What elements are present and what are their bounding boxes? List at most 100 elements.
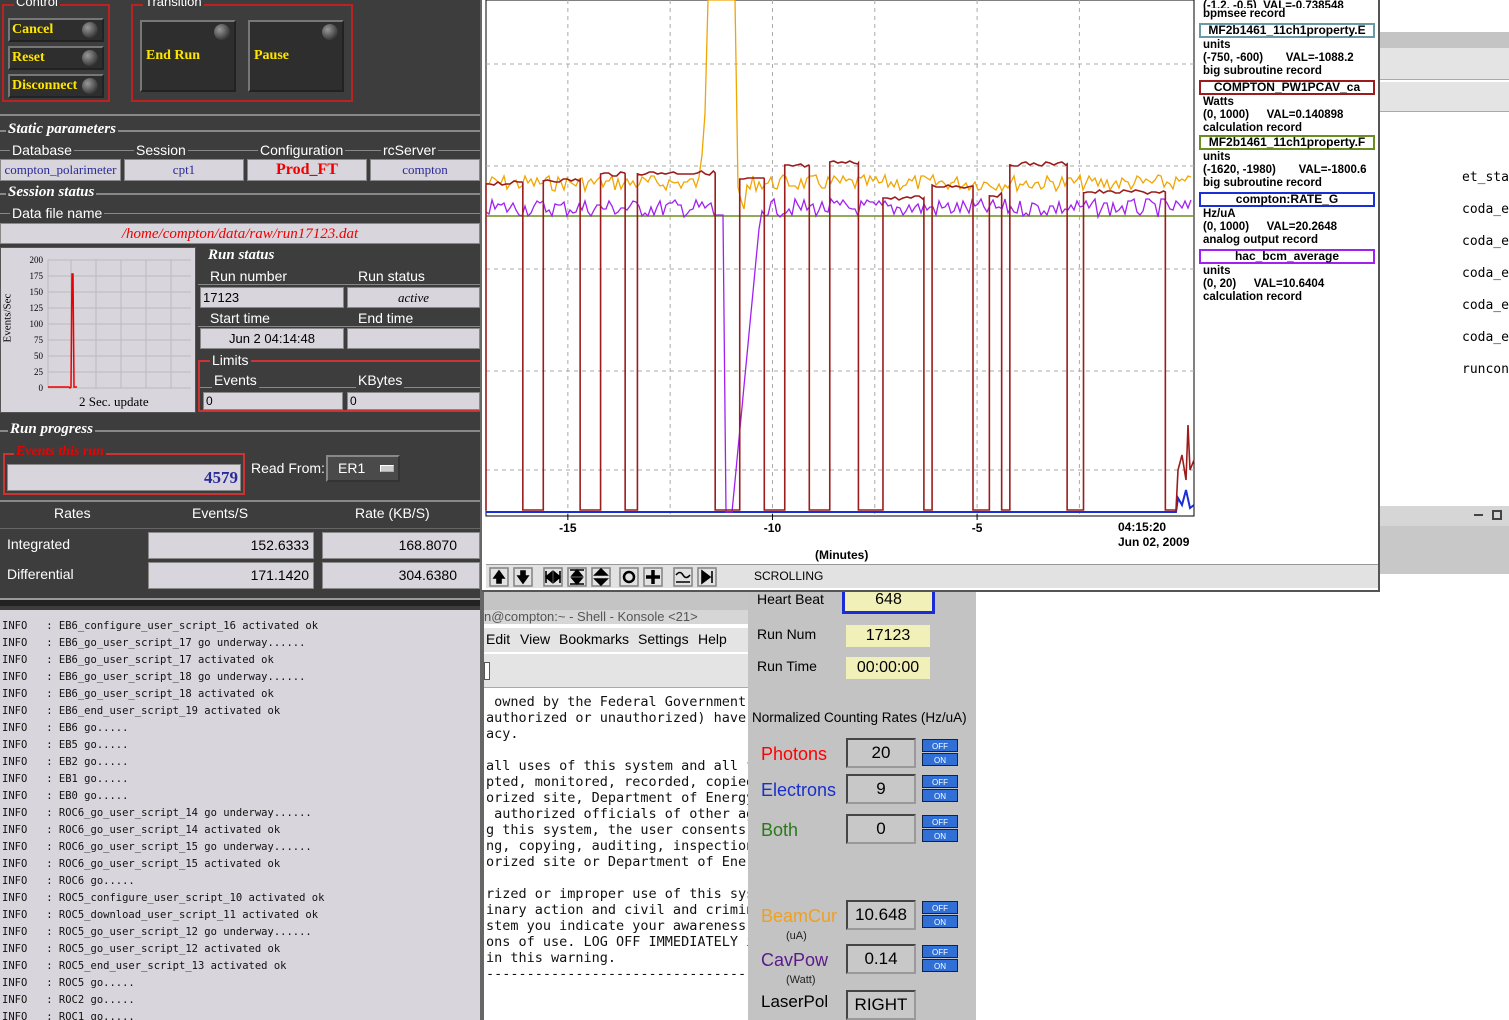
background-terminal-line: coda_e: [1462, 234, 1509, 249]
log-line: INFO : ROC5_download_user_script_11 acti…: [2, 909, 319, 921]
off-button[interactable]: OFF: [922, 775, 958, 788]
background-window-toolbar: [1380, 82, 1509, 112]
run-num-label: Run Num: [757, 626, 817, 642]
graph-mode-icon: [673, 567, 693, 587]
konsole-menubar: Edit View Bookmarks Settings Help: [484, 628, 748, 652]
background-terminal-line: coda_e: [1462, 298, 1509, 313]
off-button[interactable]: OFF: [922, 901, 958, 914]
on-off-toggle[interactable]: OFF ON: [922, 739, 958, 767]
log-line: INFO : ROC2 go.....: [2, 994, 135, 1006]
log-line: INFO : ROC5_go_user_script_12 go underwa…: [2, 926, 312, 938]
on-button[interactable]: ON: [922, 959, 958, 972]
log-line: INFO : ROC5 go.....: [2, 977, 135, 989]
off-button[interactable]: OFF: [922, 945, 958, 958]
legend-series-name[interactable]: compton:RATE_G: [1199, 192, 1375, 207]
log-line: INFO : ROC5_configure_user_script_10 act…: [2, 892, 325, 904]
compton-monitor-panel: Heart Beat 648 Run Num 17123 Run Time 00…: [748, 588, 976, 1020]
rates-section-title: Normalized Counting Rates (Hz/uA): [752, 710, 967, 725]
back-icon: [697, 567, 717, 587]
log-line: INFO : ROC6_go_user_script_14 activated …: [2, 824, 281, 836]
on-button[interactable]: ON: [922, 753, 958, 766]
run-num-value: 17123: [846, 625, 930, 647]
legend-series-name[interactable]: MF2b1461_11ch1property.F: [1199, 135, 1375, 150]
run-time-label: Run Time: [757, 658, 817, 674]
log-line: INFO : EB6 go.....: [2, 722, 129, 734]
log-line: INFO : EB6_go_user_script_18 go underway…: [2, 671, 306, 683]
rate-value: 9: [846, 774, 916, 804]
expand-vertical-icon: [591, 567, 611, 587]
legend-series-name[interactable]: COMPTON_PW1PCAV_ca: [1199, 80, 1375, 95]
konsole-toolbar: [484, 654, 748, 688]
legend-record-type: calculation record: [1203, 291, 1303, 303]
log-line: INFO : ROC1 go.....: [2, 1011, 135, 1020]
legend-range: (0, 1000): [1203, 109, 1250, 121]
divider: [0, 598, 480, 606]
legend-series-name[interactable]: hac_bcm_average: [1199, 249, 1375, 264]
new-session-icon[interactable]: [484, 662, 490, 680]
rate-value: 10.648: [846, 900, 916, 930]
background-terminal-line: coda_e: [1462, 266, 1509, 281]
log-line: INFO : ROC6_go_user_script_14 go underwa…: [2, 807, 312, 819]
terminal-text[interactable]: owned by the Federal Government. authoriz…: [486, 694, 748, 982]
on-off-toggle[interactable]: OFF ON: [922, 901, 958, 929]
on-off-toggle[interactable]: OFF ON: [922, 815, 958, 843]
log-lines: INFO : EB6_configure_user_script_16 acti…: [2, 618, 480, 1020]
on-button[interactable]: ON: [922, 915, 958, 928]
laserpol-label: LaserPol: [761, 992, 829, 1011]
legend-record-type: calculation record: [1203, 122, 1303, 134]
terminal-line: acy.: [486, 726, 519, 742]
menu-edit[interactable]: Edit: [486, 631, 510, 647]
log-line: INFO : EB5 go.....: [2, 739, 129, 751]
legend-units: Hz/uA: [1203, 208, 1236, 220]
chart-toolbar: SCROLLING: [486, 564, 1378, 588]
terminal-line: in this warning.: [486, 950, 617, 966]
record-icon: [619, 567, 639, 587]
off-button[interactable]: OFF: [922, 815, 958, 828]
x-tick-label: -10: [764, 521, 782, 535]
log-line: INFO : EB6_configure_user_script_16 acti…: [2, 620, 319, 632]
maximize-icon[interactable]: [1492, 510, 1502, 520]
menu-help[interactable]: Help: [698, 631, 727, 647]
log-line: INFO : EB6_go_user_script_17 go underway…: [2, 637, 306, 649]
legend-value: VAL=-1800.6: [1298, 164, 1367, 176]
terminal-line: pted, monitored, recorded, copied: [486, 774, 748, 790]
scroll-up-icon: [489, 567, 509, 587]
terminal-line: orized site or Department of Ener: [486, 854, 748, 870]
menu-bookmarks[interactable]: Bookmarks: [559, 631, 629, 647]
rate-value: 0.14: [846, 944, 916, 974]
on-off-toggle[interactable]: OFF ON: [922, 945, 958, 973]
terminal-line: g this system, the user consents: [486, 822, 747, 838]
legend-units: Watts: [1203, 96, 1234, 108]
log-line: INFO : EB2 go.....: [2, 756, 129, 768]
message-log[interactable]: INFO : EB6_configure_user_script_16 acti…: [0, 610, 480, 1020]
legend-value: VAL=10.6404: [1253, 278, 1325, 290]
laserpol-value: RIGHT: [846, 990, 916, 1020]
minimize-icon[interactable]: [1474, 514, 1483, 516]
terminal-line: ng, copying, auditing, inspection: [486, 838, 748, 854]
on-button[interactable]: ON: [922, 789, 958, 802]
rate-unit: (uA): [786, 930, 807, 942]
log-line: INFO : EB6_end_user_script_19 activated …: [2, 705, 281, 717]
menu-settings[interactable]: Settings: [638, 631, 689, 647]
legend-series-name[interactable]: MF2b1461_11ch1property.E: [1199, 23, 1375, 38]
terminal-line: orized site, Department of Energy: [486, 790, 748, 806]
konsole-window: n@compton:~ - Shell - Konsole <21> Edit …: [484, 592, 748, 1020]
on-off-toggle[interactable]: OFF ON: [922, 775, 958, 803]
legend-range: (-750, -600): [1203, 52, 1264, 64]
background-terminal-line: coda_e: [1462, 202, 1509, 217]
legend-record-type: big subroutine record: [1203, 65, 1322, 77]
log-line: INFO : ROC5_end_user_script_13 activated…: [2, 960, 287, 972]
rate-label: Photons: [761, 744, 828, 764]
legend-value: VAL=20.2648: [1266, 221, 1338, 233]
chart-x-ticks: -15 -10 -5: [559, 514, 983, 535]
menu-view[interactable]: View: [520, 631, 550, 647]
log-line: INFO : ROC6 go.....: [2, 875, 135, 887]
terminal-line: inary action and civil and crimin: [486, 902, 748, 918]
off-button[interactable]: OFF: [922, 739, 958, 752]
legend-value: VAL=-1088.2: [1285, 52, 1354, 64]
on-button[interactable]: ON: [922, 829, 958, 842]
legend-units: units: [1203, 151, 1231, 163]
background-window-titlebar: [1380, 32, 1509, 48]
rate-label: Both: [761, 820, 799, 840]
